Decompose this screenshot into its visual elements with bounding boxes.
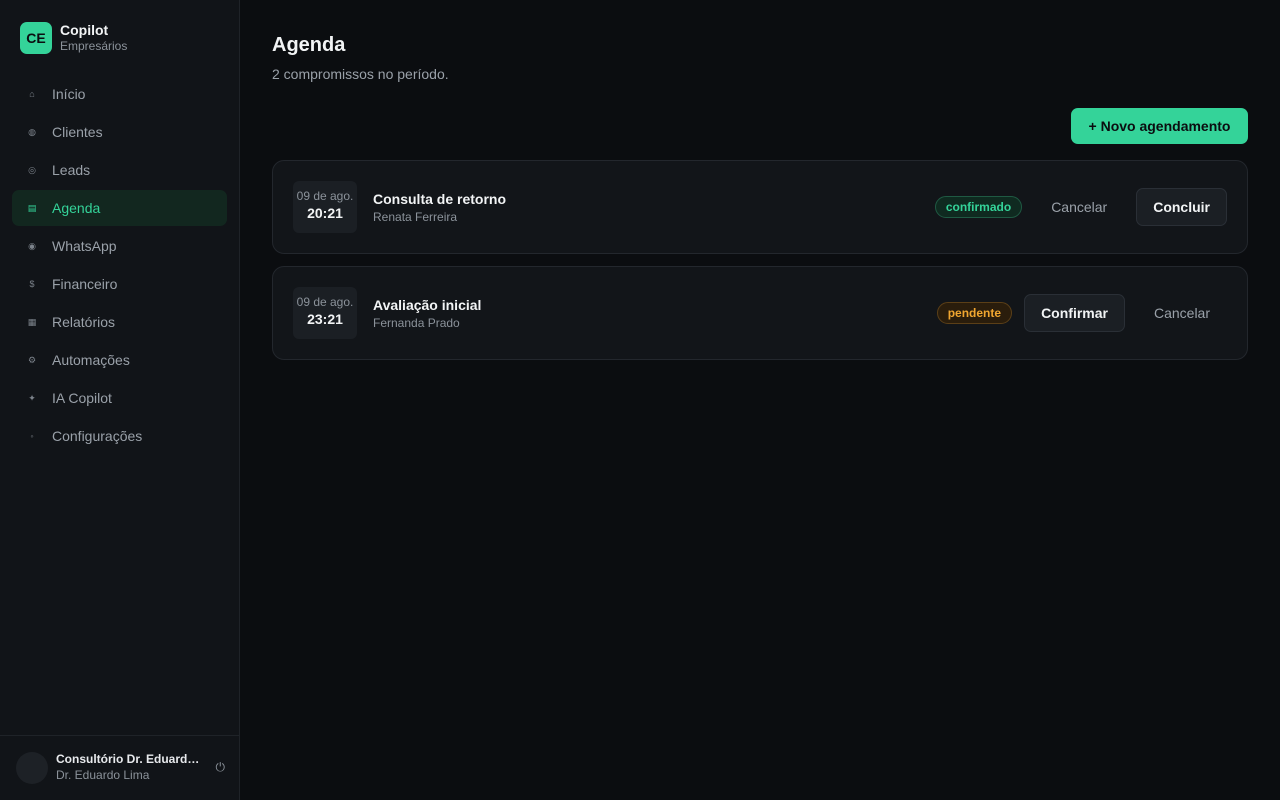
sidebar-item-financeiro[interactable]: $ Financeiro [12, 266, 227, 302]
new-appointment-button[interactable]: + Novo agendamento [1071, 108, 1248, 144]
brand-title: Copilot [60, 22, 109, 39]
cancel-button[interactable]: Cancelar [1034, 188, 1124, 226]
page-subtitle: 2 compromissos no período. [272, 66, 449, 82]
home-icon: ⌂ [29, 89, 35, 99]
appointment-datetime: 09 de ago. 23:21 [293, 287, 357, 339]
sparkle-icon: ✦ [28, 392, 36, 403]
sidebar-item-label: Agenda [52, 200, 101, 216]
status-badge: pendente [936, 302, 1013, 324]
sidebar-item-label: Automações [52, 352, 130, 368]
status-badge: confirmado [934, 196, 1023, 218]
sidebar-item-agenda[interactable]: ▤ Agenda [12, 190, 227, 226]
sidebar-item-clientes[interactable]: ◍ Clientes [12, 114, 227, 150]
sidebar-item-whatsapp[interactable]: ◉ WhatsApp [12, 228, 227, 264]
complete-button[interactable]: Concluir [1136, 188, 1227, 226]
sidebar-item-relatorios[interactable]: ▦ Relatórios [12, 304, 227, 340]
appointment-card[interactable]: 09 de ago. 23:21 Avaliação inicial Ferna… [272, 266, 1248, 360]
chat-icon: ◉ [28, 240, 36, 251]
settings-icon: ◦ [30, 431, 34, 441]
appointment-date: 09 de ago. [296, 295, 354, 309]
target-icon: ◎ [28, 164, 36, 175]
user-name: Consultório Dr. Eduardo Lima [56, 752, 206, 767]
sidebar-item-configuracoes[interactable]: ◦ Configurações [12, 418, 227, 454]
logout-icon[interactable]: ⏻ [216, 760, 226, 775]
cancel-button[interactable]: Cancelar [1137, 294, 1227, 332]
sidebar-item-label: Relatórios [52, 314, 116, 330]
calendar-icon: ▤ [27, 202, 37, 213]
user-subtitle: Dr. Eduardo Lima [56, 768, 150, 782]
appointment-card[interactable]: 09 de ago. 20:21 Consulta de retorno Ren… [272, 160, 1248, 254]
sidebar-item-label: Configurações [52, 428, 143, 444]
report-icon: ▦ [27, 316, 37, 327]
sidebar-item-label: Financeiro [52, 276, 118, 292]
sidebar-item-inicio[interactable]: ⌂ Início [12, 76, 227, 112]
sidebar-item-automacoes[interactable]: ⚙ Automações [12, 342, 227, 378]
clients-icon: ◍ [28, 126, 36, 137]
appointment-datetime: 09 de ago. 20:21 [293, 181, 357, 233]
sidebar: CE Copilot Empresários ⌂ Início ◍ Client… [0, 0, 240, 800]
dollar-icon: $ [29, 279, 35, 289]
sidebar-item-ia-copilot[interactable]: ✦ IA Copilot [12, 380, 227, 416]
sidebar-item-label: Início [52, 86, 86, 102]
sidebar-item-label: WhatsApp [52, 238, 117, 254]
appointment-time: 23:21 [307, 311, 343, 327]
appointment-title: Avaliação inicial [373, 297, 482, 313]
page-title: Agenda [272, 34, 346, 56]
user-profile[interactable]: Consultório Dr. Eduardo Lima Dr. Eduardo… [0, 735, 239, 800]
confirm-button[interactable]: Confirmar [1024, 294, 1125, 332]
sidebar-nav: ⌂ Início ◍ Clientes ◎ Leads ▤ Agenda ◉ W… [12, 76, 227, 456]
appointment-date: 09 de ago. [296, 189, 354, 203]
sidebar-item-label: Clientes [52, 124, 103, 140]
gear-icon: ⚙ [27, 354, 37, 365]
brand-logo: CE [20, 22, 52, 54]
appointment-time: 20:21 [307, 205, 343, 221]
sidebar-item-leads[interactable]: ◎ Leads [12, 152, 227, 188]
appointment-client: Fernanda Prado [373, 316, 460, 330]
avatar [16, 752, 48, 784]
brand[interactable]: CE Copilot Empresários [20, 22, 127, 54]
sidebar-item-label: IA Copilot [52, 390, 112, 406]
brand-subtitle: Empresários [60, 39, 128, 54]
appointment-title: Consulta de retorno [373, 191, 507, 207]
appointment-client: Renata Ferreira [373, 210, 458, 224]
sidebar-item-label: Leads [52, 162, 91, 178]
